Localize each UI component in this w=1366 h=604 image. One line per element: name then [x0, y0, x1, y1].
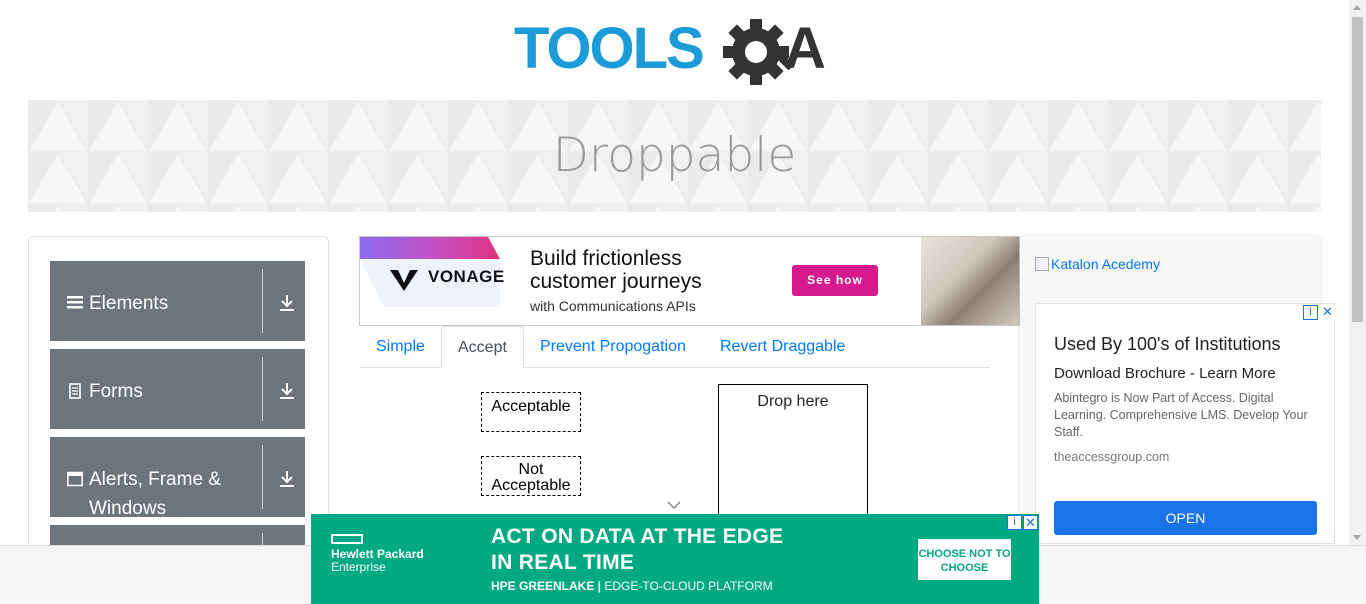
sidebar-group-elements[interactable]: Elements	[50, 261, 305, 341]
page-title: Droppable	[552, 128, 797, 183]
scrollbar-thumb[interactable]	[1352, 17, 1363, 322]
not-acceptable-draggable[interactable]: Not Acceptable	[481, 456, 581, 496]
ad-subtitle: Download Brochure - Learn More	[1054, 365, 1276, 382]
tab-prevent-propogation[interactable]: Prevent Propogation	[524, 326, 702, 368]
ad-body: Abintegro is Now Part of Access. Digital…	[1054, 391, 1308, 439]
sidebar-group-alerts-frame-windows[interactable]: Alerts, Frame & Windows	[50, 437, 305, 519]
toolsqa-logo[interactable]: TOOLS A	[512, 12, 842, 92]
ad-url: theaccessgroup.com	[1054, 450, 1170, 464]
ad-title: Used By 100's of Institutions	[1054, 334, 1281, 354]
download-icon[interactable]	[279, 470, 295, 488]
drop-target[interactable]: Drop here	[718, 384, 868, 524]
sidebar-group-label: Forms	[89, 381, 143, 402]
ad-open-button[interactable]: OPEN	[1054, 501, 1317, 535]
hpe-logo-icon	[331, 534, 363, 544]
katalon-ad-image[interactable]: Katalon Acedemy	[1035, 256, 1160, 272]
document-icon	[69, 383, 81, 399]
ad-subtext: HPE GREENLAKE | EDGE-TO-CLOUD PLATFORM	[491, 579, 773, 593]
download-icon[interactable]	[279, 294, 295, 312]
close-icon[interactable]: ✕	[1023, 515, 1038, 530]
hamburger-icon	[67, 296, 83, 309]
scroll-up-icon[interactable]	[1353, 5, 1361, 10]
ad-photo	[921, 237, 1019, 325]
ad-brand: VONAGE	[428, 267, 505, 286]
hpe-brand: Hewlett Packard Enterprise	[331, 547, 424, 574]
divider	[262, 445, 263, 509]
ad-card-access[interactable]: i ✕ Used By 100's of Institutions Downlo…	[1035, 303, 1335, 544]
page-banner: Droppable	[28, 100, 1321, 212]
scroll-down-icon[interactable]	[1353, 535, 1361, 540]
ad-subtext: with Communications APIs	[530, 298, 696, 314]
broken-image-icon	[1035, 257, 1049, 271]
ad-banner-hpe[interactable]: Hewlett Packard Enterprise ACT ON DATA AT…	[311, 514, 1039, 604]
logo-text-tools: TOOLS	[514, 16, 703, 81]
download-icon[interactable]	[279, 382, 295, 400]
ad-cta-button[interactable]: CHOOSE NOT TO CHOOSE	[918, 539, 1011, 580]
window-icon	[67, 471, 83, 487]
sidebar-group-forms[interactable]: Forms	[50, 349, 305, 429]
ad-headline: ACT ON DATA AT THE EDGE IN REAL TIME	[491, 525, 784, 574]
adchoices-icon[interactable]: i	[1303, 305, 1318, 320]
sidebar-group-label: Elements	[89, 293, 169, 314]
adchoices-icon[interactable]: i	[1007, 515, 1022, 530]
close-icon[interactable]: ✕	[1320, 305, 1335, 320]
chevron-down-icon[interactable]	[667, 500, 681, 510]
ad-headline: Build frictionless customer journeys	[530, 247, 702, 293]
divider	[262, 357, 263, 421]
vertical-scrollbar[interactable]	[1349, 0, 1366, 545]
tab-revert-draggable[interactable]: Revert Draggable	[704, 326, 861, 368]
ad-cta-button[interactable]: See how	[792, 265, 878, 296]
logo-text-a: A	[784, 16, 826, 81]
sidebar-group-label: Alerts, Frame & Windows	[89, 469, 221, 519]
ad-banner-vonage[interactable]: VONAGE Build frictionless customer journ…	[359, 236, 1020, 326]
tab-accept[interactable]: Accept	[441, 326, 524, 369]
sidebar: Elements Forms Alerts, Frame & Windows	[28, 236, 329, 604]
image-alt-text: Katalon Acedemy	[1051, 256, 1160, 272]
acceptable-draggable[interactable]: Acceptable	[481, 392, 581, 432]
divider	[262, 269, 263, 333]
page: TOOLS A Droppable Elements Forms Alerts,…	[0, 0, 1366, 604]
tab-bar: Simple Accept Prevent Propogation Revert…	[359, 326, 990, 369]
tab-simple[interactable]: Simple	[360, 326, 441, 368]
